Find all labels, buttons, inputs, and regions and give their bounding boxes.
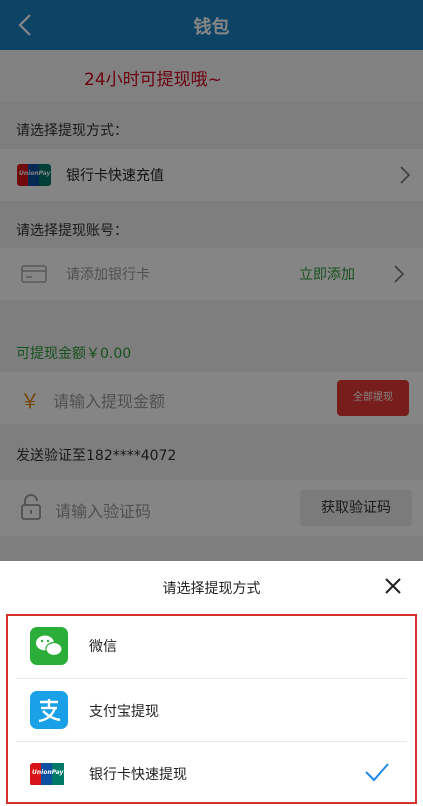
wechat-icon <box>30 627 68 665</box>
option-label: 支付宝提现 <box>89 704 159 720</box>
alipay-icon <box>30 691 68 729</box>
option-bank-card[interactable]: UnionPay 银行卡快速提现 <box>0 742 423 806</box>
close-icon[interactable] <box>383 576 403 596</box>
sheet-title: 请选择提现方式 <box>162 581 261 597</box>
withdraw-method-sheet: 请选择提现方式 微信 支付宝提现 UnionPay 银行卡快速提现 <box>0 561 423 806</box>
option-label: 银行卡快速提现 <box>89 767 187 783</box>
option-label: 微信 <box>89 639 117 655</box>
option-wechat[interactable]: 微信 <box>0 614 423 678</box>
unionpay-icon: UnionPay <box>30 763 66 786</box>
option-alipay[interactable]: 支付宝提现 <box>0 679 423 743</box>
checkmark-icon <box>365 763 389 782</box>
